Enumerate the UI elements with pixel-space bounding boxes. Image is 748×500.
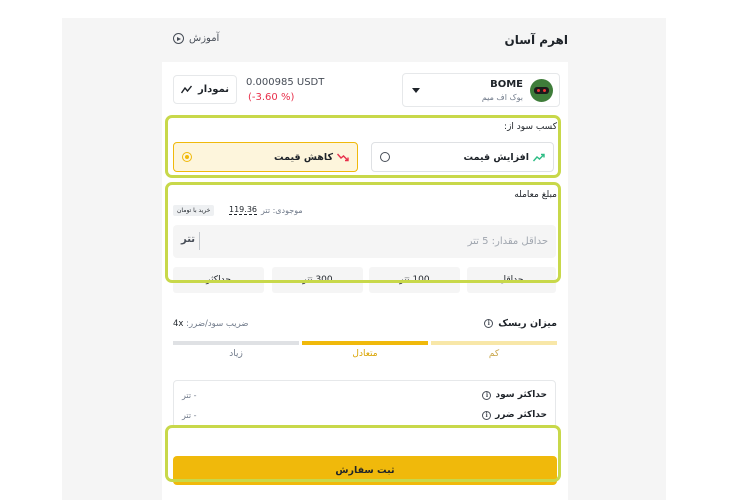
risk-level-medium[interactable]: متعادل: [302, 349, 428, 359]
unit-divider: [199, 232, 200, 250]
buy-with-toman-button[interactable]: خرید با تومان: [173, 205, 215, 216]
risk-segment-high[interactable]: [173, 341, 299, 345]
info-icon[interactable]: i: [482, 390, 492, 400]
max-loss-row: حداکثر ضرر i: [482, 410, 547, 420]
trend-down-icon: [337, 153, 349, 161]
play-icon: [173, 33, 184, 44]
trend-up-icon: [533, 153, 545, 161]
info-icon[interactable]: i: [484, 319, 494, 328]
risk-level-low[interactable]: کم: [431, 349, 557, 359]
risk-segment-low[interactable]: [431, 341, 557, 345]
option-price-decrease[interactable]: کاهش قیمت: [173, 142, 358, 172]
option-price-increase-label: افزایش قیمت: [463, 151, 529, 163]
price-change: (-3.60 %): [248, 92, 295, 103]
balance-value[interactable]: 119.36: [229, 205, 257, 215]
easy-leverage-panel: اهرم آسان آموزش BOME بوک اف میم 0.000985…: [62, 18, 666, 500]
max-loss-label: حداکثر ضرر: [495, 410, 547, 420]
balance: موجودی: تتر 119.36: [229, 205, 303, 215]
amount-input-wrapper: تتر: [173, 225, 556, 258]
asset-symbol: BOME: [490, 79, 523, 90]
order-card: BOME بوک اف میم 0.000985 USDT (-3.60 %) …: [162, 62, 568, 500]
multiplier-value: 4x: [173, 319, 184, 329]
info-icon[interactable]: i: [482, 410, 492, 420]
tutorial-label: آموزش: [189, 33, 220, 44]
asset-logo-icon: [530, 79, 553, 102]
risk-segment-medium[interactable]: [302, 341, 428, 345]
trend-line-icon: [180, 85, 192, 94]
radio-selected-icon: [182, 152, 192, 162]
max-profit-value: - تتر: [182, 391, 197, 400]
amount-unit: تتر: [181, 234, 196, 245]
limits-box: حداکثر سود i - تتر حداکثر ضرر i - تتر: [173, 380, 556, 428]
max-loss-value: - تتر: [182, 411, 197, 420]
asset-price: 0.000985 USDT: [246, 77, 325, 88]
max-profit-row: حداکثر سود i: [482, 390, 547, 400]
max-profit-label: حداکثر سود: [495, 390, 547, 400]
quick-min-button[interactable]: حداقل: [467, 267, 556, 293]
chart-button[interactable]: نمودار: [173, 75, 237, 104]
quick-max-button[interactable]: حداکثر: [173, 267, 264, 293]
page-title: اهرم آسان: [504, 33, 568, 47]
amount-label: مبلغ معامله: [514, 190, 557, 200]
quick-300-button[interactable]: 300 تتر: [272, 267, 363, 293]
option-price-increase[interactable]: افزایش قیمت: [371, 142, 554, 172]
multiplier: ضریب سود/ضرر: 4x: [173, 319, 249, 329]
caret-down-icon: [412, 88, 420, 93]
chart-button-label: نمودار: [197, 84, 230, 95]
multiplier-label: ضریب سود/ضرر:: [186, 319, 249, 329]
tutorial-link[interactable]: آموزش: [173, 33, 219, 44]
option-price-decrease-label: کاهش قیمت: [274, 151, 333, 163]
asset-selector[interactable]: BOME بوک اف میم: [402, 73, 560, 107]
radio-unselected-icon: [380, 152, 390, 162]
risk-level-high[interactable]: زیاد: [173, 349, 299, 359]
submit-order-button[interactable]: ثبت سفارش: [173, 456, 557, 485]
balance-label: موجودی: تتر: [261, 205, 303, 215]
profit-direction-label: کسب سود از:: [504, 122, 557, 132]
amount-input[interactable]: [218, 232, 548, 250]
quick-100-button[interactable]: 100 تتر: [369, 267, 460, 293]
risk-title-label: میزان ریسک: [498, 318, 557, 329]
asset-name: بوک اف میم: [481, 93, 523, 102]
risk-title: میزان ریسک i: [484, 318, 557, 329]
